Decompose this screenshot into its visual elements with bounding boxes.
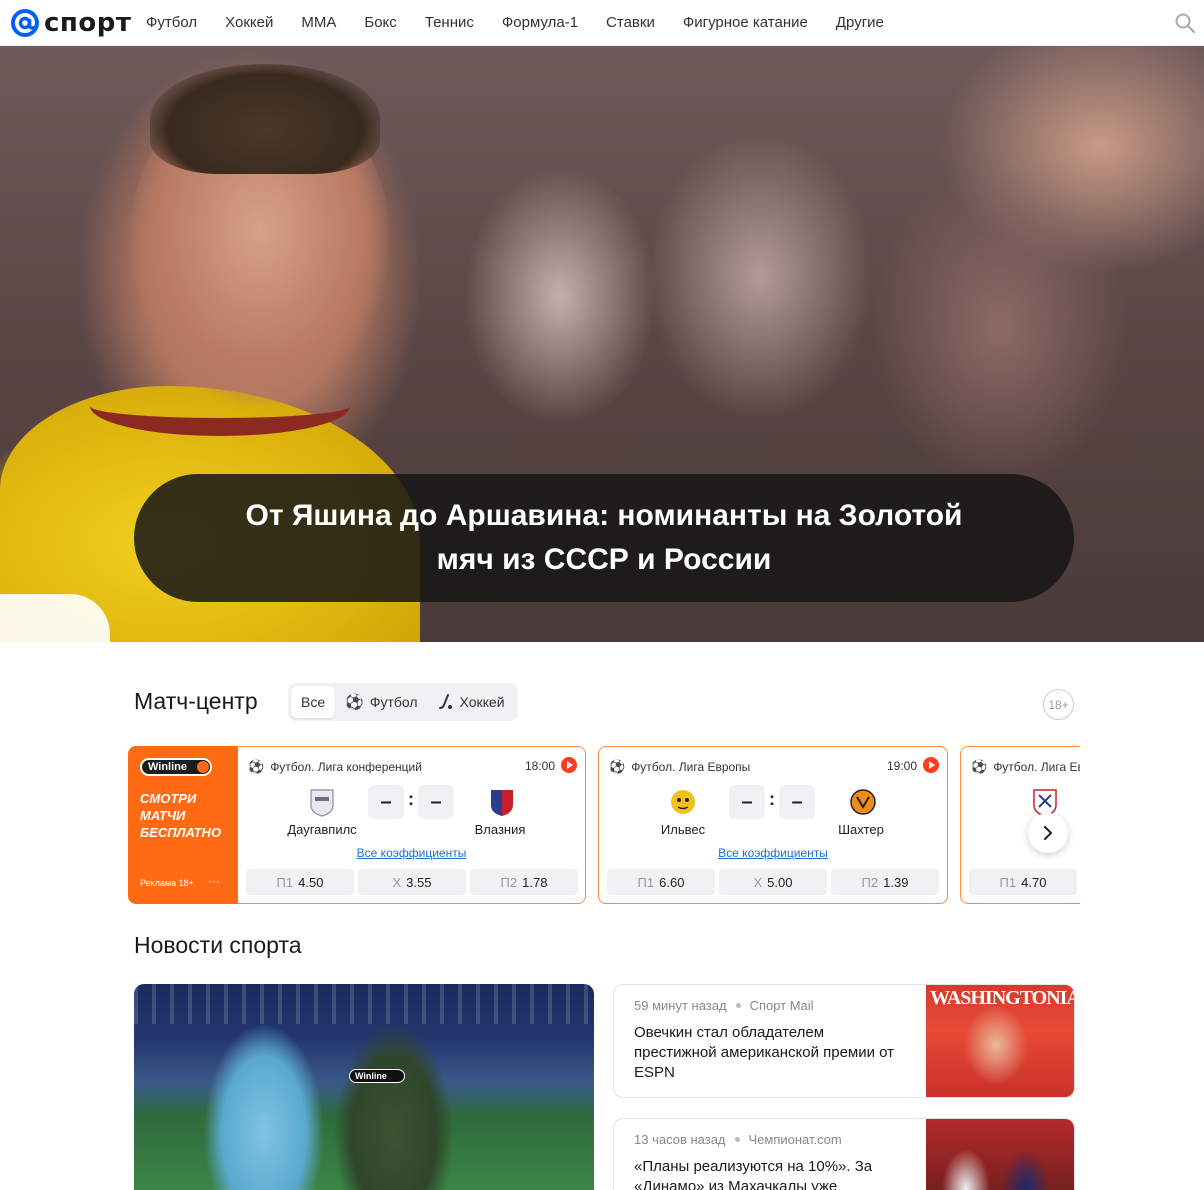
top-header: спорт Футбол Хоккей ММА Бокс Теннис Форм…	[0, 0, 1204, 46]
odds-row: П1 4.70	[969, 869, 1080, 895]
soccer-ball-icon: ⚽	[248, 759, 265, 774]
match-league: ⚽ Футбол. Лига Европы	[609, 759, 750, 775]
age-rating-badge: 18+	[1043, 689, 1074, 720]
dot-separator	[734, 1137, 740, 1143]
ad-label: Реклама 18+	[140, 878, 194, 888]
nav-bets[interactable]: Ставки	[606, 14, 655, 31]
news-source: Спорт Mail	[749, 998, 814, 1013]
news-time: 59 минут назад	[634, 998, 727, 1013]
news-meta: 13 часов назад Чемпионат.com	[634, 1132, 842, 1147]
team-logo-daugavpils	[310, 789, 334, 817]
live-stream-icon[interactable]	[561, 757, 577, 773]
nav-football[interactable]: Футбол	[146, 14, 197, 31]
odd-draw[interactable]: Х 5.00	[719, 869, 827, 895]
tab-hockey-label: Хоккей	[459, 694, 505, 710]
hero-photo-hair	[150, 64, 380, 174]
tab-football[interactable]: ⚽ Футбол	[335, 686, 427, 718]
away-score: –	[779, 785, 815, 819]
nav-figure-skating[interactable]: Фигурное катание	[683, 14, 808, 31]
logo-text: спорт	[44, 7, 132, 38]
match-league-label: Футбол. Лига конференций	[270, 760, 422, 774]
at-sign-icon	[11, 8, 39, 37]
news-section-title: Новости спорта	[134, 932, 302, 958]
match-league: ⚽ Футбол. Лига конференций	[248, 759, 422, 775]
score-separator: :	[408, 789, 414, 809]
nav-other[interactable]: Другие	[836, 14, 884, 31]
news-headline: «Планы реализуются на 10%». За «Динамо» …	[634, 1158, 873, 1190]
site-logo[interactable]: спорт	[10, 8, 132, 38]
news-item[interactable]: 59 минут назад Спорт Mail Овечкин стал об…	[613, 984, 1075, 1098]
home-score: –	[729, 785, 765, 819]
more-options-icon[interactable]: ···	[208, 874, 220, 888]
team-logo-vllaznia	[491, 790, 513, 816]
match-center-title: Матч-центр	[134, 688, 258, 714]
tab-all[interactable]: Все	[291, 686, 336, 718]
main-nav: Футбол Хоккей ММА Бокс Теннис Формула-1 …	[146, 14, 912, 31]
search-icon[interactable]	[1174, 12, 1196, 34]
nav-boxing[interactable]: Бокс	[364, 14, 396, 31]
dot-separator	[735, 1003, 741, 1009]
hockey-stick-icon	[438, 694, 452, 709]
home-team-name: Даугавпилс	[287, 822, 357, 837]
all-odds-link[interactable]: Все коэффициенты	[238, 846, 585, 860]
match-cards-carousel: Winline СМОТРИ МАТЧИ БЕСПЛАТНО Реклама 1…	[128, 746, 1080, 904]
odd-away-win[interactable]: П2 1.78	[470, 869, 578, 895]
odds-row: П1 4.50 Х 3.55 П2 1.78	[246, 869, 578, 895]
news-item[interactable]: 13 часов назад Чемпионат.com «Планы реали…	[613, 1118, 1075, 1190]
stadium-lights	[134, 984, 594, 1024]
promo-banner[interactable]: Winline СМОТРИ МАТЧИ БЕСПЛАТНО Реклама 1…	[128, 746, 238, 904]
home-score: –	[368, 785, 404, 819]
soccer-ball-icon: ⚽	[971, 759, 988, 774]
winline-logo: Winline	[140, 758, 212, 776]
soccer-ball-icon: ⚽	[609, 759, 626, 774]
news-headline: Овечкин стал обладателем престижной амер…	[634, 1024, 895, 1081]
away-team-name: Влазния	[474, 822, 526, 837]
match-league-label: Футбол. Лига Европы	[631, 760, 751, 774]
away-team-name: Шахтер	[838, 822, 884, 837]
odd-home-win[interactable]: П1 4.70	[969, 869, 1077, 895]
news-time: 13 часов назад	[634, 1132, 726, 1147]
chevron-right-icon	[1044, 826, 1053, 840]
live-stream-icon[interactable]	[923, 757, 939, 773]
hero-caption[interactable]: От Яшина до Аршавина: номинанты на Золот…	[134, 474, 1074, 602]
news-feature-image[interactable]: Winline	[134, 984, 594, 1190]
league-badge	[0, 594, 110, 642]
news-meta: 59 минут назад Спорт Mail	[634, 998, 814, 1013]
hero-banner[interactable]: От Яшина до Аршавина: номинанты на Золот…	[0, 46, 1204, 642]
match-card[interactable]: ⚽ Футбол. Лига конференций 18:00 Даугавп…	[238, 746, 586, 904]
nav-formula-1[interactable]: Формула-1	[502, 14, 578, 31]
score-separator: :	[769, 789, 775, 809]
match-league-label: Футбол. Лига Европы	[993, 760, 1080, 774]
odds-row: П1 6.60 Х 5.00 П2 1.39	[607, 869, 939, 895]
tab-all-label: Все	[301, 694, 326, 710]
tab-football-label: Футбол	[369, 694, 418, 710]
team-logo-shakhtar	[850, 789, 876, 815]
sponsor-logo: Winline	[349, 1069, 405, 1083]
news-thumbnail	[926, 1119, 1074, 1190]
carousel-next-button[interactable]	[1028, 813, 1068, 853]
nav-tennis[interactable]: Теннис	[425, 14, 474, 31]
match-time: 18:00	[524, 759, 555, 773]
match-card[interactable]: ⚽ Футбол. Лига Европы 19:00 Ильвес – : –…	[598, 746, 948, 904]
soccer-ball-icon: ⚽	[345, 694, 364, 711]
nav-mma[interactable]: ММА	[301, 14, 336, 31]
team-logo-ilves	[671, 790, 695, 814]
promo-text: СМОТРИ МАТЧИ БЕСПЛАТНО	[140, 791, 222, 840]
home-team-name: Ильвес	[660, 822, 706, 837]
nav-hockey[interactable]: Хоккей	[225, 14, 273, 31]
away-score: –	[418, 785, 454, 819]
odd-home-win[interactable]: П1 6.60	[607, 869, 715, 895]
match-time: 19:00	[886, 759, 917, 773]
magazine-title: WASHINGTONIAN	[930, 987, 1074, 1009]
hero-headline: От Яшина до Аршавина: номинанты на Золот…	[245, 499, 963, 576]
odd-draw[interactable]: Х 3.55	[358, 869, 466, 895]
match-center-tabs: Все ⚽ Футбол Хоккей	[288, 683, 518, 721]
odd-away-win[interactable]: П2 1.39	[831, 869, 939, 895]
match-league: ⚽ Футбол. Лига Европы	[971, 759, 1080, 775]
odd-home-win[interactable]: П1 4.50	[246, 869, 354, 895]
all-odds-link[interactable]: Все коэффициенты	[599, 846, 947, 860]
news-source: Чемпионат.com	[748, 1132, 842, 1147]
tab-hockey[interactable]: Хоккей	[428, 686, 515, 718]
news-thumbnail: WASHINGTONIAN	[926, 985, 1074, 1097]
